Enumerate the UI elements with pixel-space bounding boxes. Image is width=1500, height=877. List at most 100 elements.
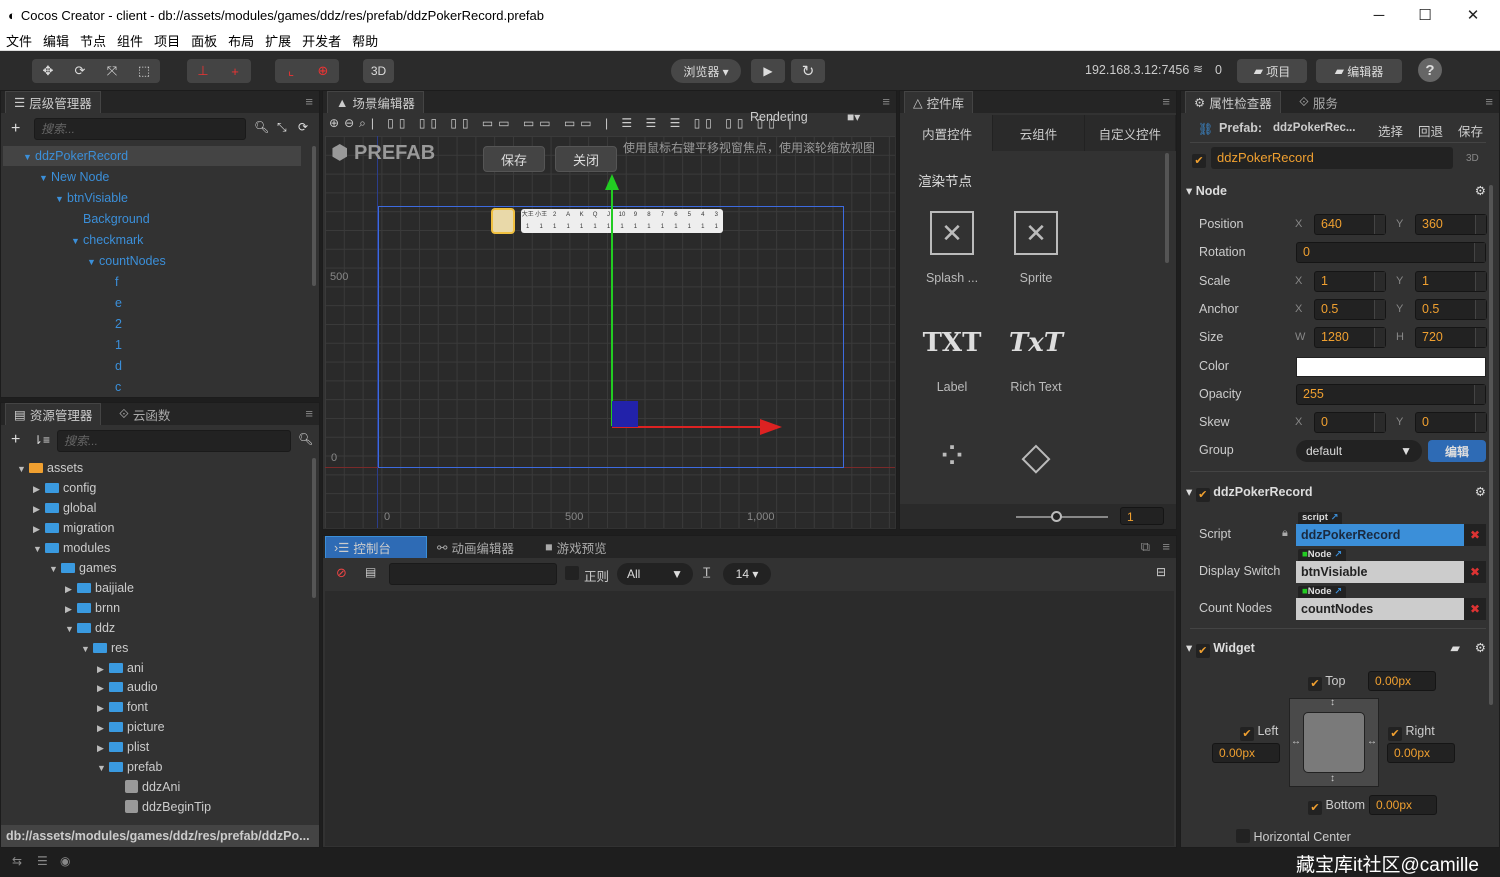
- tree-node[interactable]: ▼ btnVisiable: [3, 188, 301, 208]
- panel-menu-icon[interactable]: ≡: [882, 94, 890, 109]
- sort-icon[interactable]: ⇂≡: [33, 433, 50, 447]
- tree-node[interactable]: 2: [3, 314, 301, 334]
- local-icon[interactable]: +: [219, 59, 251, 83]
- open-editor-button[interactable]: ▰ 编辑器: [1316, 59, 1402, 83]
- minimize-button[interactable]: ─: [1356, 0, 1402, 30]
- font-size-select[interactable]: 14 ▾: [723, 563, 771, 585]
- panel-menu-icon[interactable]: ≡: [305, 406, 313, 421]
- collapse-icon[interactable]: ⊟: [1156, 565, 1166, 579]
- menu-item[interactable]: 组件: [117, 31, 143, 50]
- menu-item[interactable]: 帮助: [352, 31, 378, 50]
- collapsed-arrow-icon[interactable]: ▶: [33, 499, 45, 519]
- group-select[interactable]: default ▼: [1296, 440, 1422, 463]
- menu-item[interactable]: 扩展: [265, 31, 291, 50]
- gizmo-y-arrow[interactable]: [605, 174, 619, 190]
- panel-menu-icon[interactable]: ≡: [1162, 94, 1170, 109]
- asset-item[interactable]: ▶ audio: [3, 677, 301, 697]
- scrollbar[interactable]: [1489, 185, 1493, 705]
- expanded-arrow-icon[interactable]: ▼: [55, 189, 67, 209]
- rotate-tool-icon[interactable]: ⟳: [64, 59, 96, 83]
- left-offset-input[interactable]: 0.00px: [1212, 743, 1280, 763]
- type-tag[interactable]: ■Node ↗: [1298, 549, 1347, 561]
- type-tag[interactable]: ■Node ↗: [1298, 586, 1347, 598]
- library-item[interactable]: ✕ Splash ...: [910, 201, 994, 301]
- database-icon[interactable]: ☰: [37, 854, 48, 868]
- tree-node[interactable]: d: [3, 356, 301, 376]
- library-item[interactable]: TxT Rich Text: [994, 314, 1078, 414]
- scene-viewport[interactable]: 500 0 0 500 1,000 ⬢ PREFAB 保存 关闭 使用鼠标右键平…: [325, 136, 895, 528]
- tab-hierarchy[interactable]: ☰ 层级管理器: [5, 91, 101, 113]
- bottom-offset-input[interactable]: 0.00px: [1369, 795, 1437, 815]
- maximize-button[interactable]: ☐: [1402, 0, 1448, 30]
- collapsed-arrow-icon[interactable]: ▶: [33, 519, 45, 539]
- asset-item[interactable]: ▼ ddz: [3, 618, 301, 638]
- node-active-checkbox[interactable]: ✔: [1192, 151, 1206, 168]
- menu-item[interactable]: 节点: [80, 31, 106, 50]
- refresh-icon[interactable]: ⟳: [298, 120, 308, 134]
- prop-input[interactable]: 0.5: [1415, 298, 1487, 320]
- collapsed-arrow-icon[interactable]: ▶: [97, 678, 109, 698]
- clear-field-icon[interactable]: ✖: [1464, 561, 1486, 583]
- top-offset-input[interactable]: 0.00px: [1368, 671, 1436, 691]
- gear-icon[interactable]: ⚙: [1475, 481, 1486, 503]
- asset-item[interactable]: ▼ prefab: [3, 757, 301, 777]
- prop-input[interactable]: 255: [1296, 383, 1486, 405]
- prop-input[interactable]: 640: [1314, 214, 1386, 235]
- asset-item[interactable]: ▶ config: [3, 478, 301, 498]
- asset-item[interactable]: ▼ modules: [3, 538, 301, 558]
- checkbox[interactable]: ✔: [1308, 801, 1322, 815]
- tab-library[interactable]: △ 控件库: [904, 91, 974, 113]
- prop-input[interactable]: 0: [1314, 412, 1386, 434]
- 3d-toggle[interactable]: 3D: [363, 59, 394, 83]
- asset-item[interactable]: ddzBeginTip: [3, 797, 301, 817]
- log-file-icon[interactable]: ▤: [365, 565, 376, 579]
- expanded-arrow-icon[interactable]: ▼: [39, 168, 51, 188]
- gear-icon[interactable]: ⚙: [1475, 180, 1486, 202]
- move-tool-icon[interactable]: ✥: [32, 59, 64, 83]
- collapsed-arrow-icon[interactable]: ▶: [65, 579, 77, 599]
- gizmo-x-arrow[interactable]: [760, 419, 782, 435]
- zoom-out-icon[interactable]: ⊖: [344, 116, 359, 130]
- component-header[interactable]: ▾ ✔ ddzPokerRecord ⚙: [1186, 481, 1486, 503]
- search-icon[interactable]: 🔍︎: [254, 120, 269, 134]
- gear-icon[interactable]: ⚙: [1475, 637, 1486, 659]
- library-tab[interactable]: 内置控件: [902, 115, 994, 151]
- tree-node[interactable]: ▼ countNodes: [3, 251, 301, 271]
- expanded-arrow-icon[interactable]: ▼: [33, 539, 45, 559]
- object-field[interactable]: script ↗ ddzPokerRecord ✖: [1296, 512, 1486, 546]
- prop-input[interactable]: 1280: [1314, 327, 1386, 349]
- panel-menu-icon[interactable]: ≡: [1162, 539, 1170, 554]
- asset-item[interactable]: ▶ font: [3, 697, 301, 717]
- tree-node[interactable]: c: [3, 377, 301, 396]
- rect-tool-icon[interactable]: ⬚: [128, 59, 160, 83]
- regex-checkbox[interactable]: [565, 566, 579, 581]
- asset-item[interactable]: ▶ baijiale: [3, 578, 301, 598]
- widget-header[interactable]: ▾ ✔ Widget ▰ ⚙: [1186, 637, 1486, 659]
- eye-icon[interactable]: ◉: [60, 854, 70, 868]
- bottom-toggle[interactable]: ✔ Bottom: [1308, 798, 1365, 815]
- field-value[interactable]: countNodes: [1296, 598, 1464, 620]
- zoom-slider[interactable]: [1016, 516, 1108, 518]
- library-item[interactable]: TXT Label: [910, 314, 994, 414]
- asset-item[interactable]: ddzAni: [3, 777, 301, 797]
- expanded-arrow-icon[interactable]: ▼: [65, 619, 77, 639]
- tree-node[interactable]: f: [3, 272, 301, 292]
- checkbox[interactable]: ✔: [1388, 727, 1402, 741]
- hierarchy-search-input[interactable]: 搜索...: [34, 118, 246, 140]
- log-level-select[interactable]: All ▼: [617, 563, 693, 585]
- menu-item[interactable]: 面板: [191, 31, 217, 50]
- top-toggle[interactable]: ✔ Top: [1308, 674, 1345, 691]
- popout-icon[interactable]: ⧉: [1141, 539, 1150, 555]
- library-tab[interactable]: 云组件: [993, 115, 1085, 151]
- gizmo-grid-icon[interactable]: ⊕: [307, 59, 339, 83]
- refresh-button[interactable]: ↻: [791, 59, 825, 83]
- object-field[interactable]: ■Node ↗ countNodes ✖: [1296, 586, 1486, 620]
- edit-group-button[interactable]: 编辑: [1428, 440, 1486, 463]
- play-button[interactable]: ▶: [751, 59, 785, 83]
- gizmo-xy-handle[interactable]: [612, 401, 638, 427]
- tree-node[interactable]: 1: [3, 335, 301, 355]
- right-toggle[interactable]: ✔ Right: [1388, 724, 1435, 741]
- pivot-icon[interactable]: ⊥: [187, 59, 219, 83]
- prop-input[interactable]: 360: [1415, 214, 1487, 235]
- prop-input[interactable]: 0: [1296, 242, 1486, 264]
